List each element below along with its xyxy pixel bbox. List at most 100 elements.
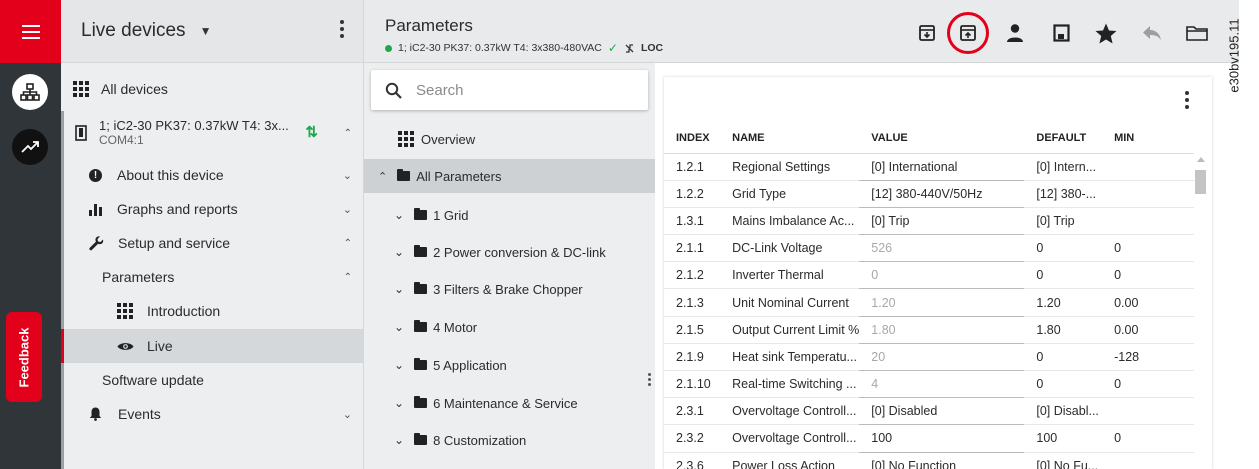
bar-chart-icon (89, 204, 102, 216)
value-cell[interactable]: 20 (859, 343, 1025, 372)
search-box[interactable] (371, 70, 648, 110)
column-header[interactable]: NAME (720, 124, 860, 154)
nav-item-introduction[interactable]: Introduction (61, 296, 364, 326)
nav-title: Live devices (81, 20, 186, 41)
trends-button[interactable] (12, 129, 48, 165)
page-title: Parameters (385, 16, 473, 35)
search-input[interactable] (416, 81, 616, 99)
column-header[interactable]: INDEX (664, 124, 721, 154)
value-cell[interactable]: [0] Disabled (859, 397, 1025, 426)
tree-group[interactable]: ⌄ 4 Motor (364, 312, 655, 342)
tree-group[interactable]: ⌄ 2 Power conversion & DC-link (364, 237, 655, 267)
save-icon (1052, 24, 1070, 42)
table-row[interactable]: 1.2.1 Regional Settings [0] International[… (664, 153, 1194, 181)
scrollbar-thumb[interactable] (1195, 170, 1206, 194)
folder-icon (414, 396, 428, 408)
min-cell: 0 (1102, 424, 1194, 453)
chevron-down-icon[interactable]: ⌄ (394, 282, 404, 296)
search-icon (385, 82, 402, 99)
value-cell[interactable]: 1.80 (859, 316, 1025, 344)
nav-header: Live devices ▼ (61, 0, 363, 63)
table-header-row: INDEX NAME VALUE DEFAULT MIN (664, 124, 1194, 154)
value-cell[interactable]: 0 (859, 261, 1025, 290)
table-row[interactable]: 2.1.1 DC-Link Voltage 526 0 0 (664, 234, 1194, 263)
chevron-down-icon[interactable]: ⌄ (394, 433, 404, 447)
value-cell[interactable]: 4 (859, 370, 1025, 399)
value-cell[interactable]: 1.20 (859, 288, 1025, 317)
table-row[interactable]: 2.1.5 Output Current Limit % 1.80 1.80 0.00 (664, 316, 1194, 344)
chevron-up-icon: ⌃ (343, 237, 352, 249)
default-cell: [0] Disabl... (1024, 397, 1103, 426)
tree-item-label: Overview (421, 131, 476, 147)
value-cell[interactable]: 526 (859, 234, 1025, 263)
nav-item-graphs[interactable]: Graphs and reports ⌄ (61, 194, 364, 224)
column-header[interactable]: DEFAULT (1024, 124, 1103, 154)
table-row[interactable]: 1.2.2 Grid Type [12] 380-440V/50Hz [12] 380… (664, 180, 1194, 208)
nav-item-label: Introduction (147, 303, 221, 319)
menu-button[interactable] (0, 0, 61, 63)
nav-item-live[interactable]: Live (61, 329, 364, 363)
caret-down-icon[interactable]: ▼ (200, 24, 212, 38)
more-vertical-icon[interactable] (1184, 91, 1190, 112)
value-cell[interactable]: [0] Trip (859, 207, 1025, 236)
device-item[interactable]: 1; iC2-30 PK37: 0.37kW T4: 3x... COM4:1 … (61, 113, 364, 153)
tree-group[interactable]: ⌄ 6 Maintenance & Service (364, 388, 655, 418)
export-button[interactable] (957, 22, 979, 44)
hamburger-icon (21, 24, 40, 39)
feedback-tab[interactable]: Feedback (6, 312, 42, 402)
chevron-down-icon[interactable]: ⌄ (394, 245, 404, 259)
more-vertical-icon[interactable] (339, 20, 345, 41)
import-button[interactable] (916, 22, 938, 44)
table-row[interactable]: 2.3.2 Overvoltage Controll... 100 100 0 (664, 424, 1194, 453)
tree-item-label: 1 Grid (433, 207, 469, 223)
table-row[interactable]: 2.1.3 Unit Nominal Current 1.20 1.20 0.00 (664, 288, 1194, 317)
tree-group[interactable]: ⌄ 5 Application (364, 350, 655, 380)
chevron-down-icon[interactable]: ⌄ (394, 396, 404, 410)
nav-item-events[interactable]: Events ⌄ (61, 399, 364, 429)
chevron-down-icon[interactable]: ⌄ (394, 208, 404, 222)
chevron-up-icon[interactable]: ⌃ (344, 128, 352, 139)
value-cell[interactable]: [0] No Function (859, 452, 1025, 469)
back-button[interactable] (1141, 22, 1163, 44)
index-cell: 2.1.5 (664, 316, 721, 344)
chevron-down-icon[interactable]: ⌄ (394, 320, 404, 334)
tree-item-overview[interactable]: Overview (364, 123, 655, 155)
nav-item-about[interactable]: ! About this device ⌄ (61, 160, 364, 190)
column-header[interactable]: MIN (1102, 124, 1194, 154)
table-row[interactable]: 2.1.9 Heat sink Temperatu... 20 0 -128 (664, 343, 1194, 372)
default-cell: 0 (1024, 234, 1103, 263)
open-folder-button[interactable] (1186, 22, 1208, 44)
table-row[interactable]: 2.1.10 Real-time Switching ... 4 0 0 (664, 370, 1194, 399)
value-cell[interactable]: 100 (859, 424, 1025, 453)
online-dot-icon (385, 44, 392, 52)
tree-item-all-parameters[interactable]: ⌃ All Parameters (364, 159, 655, 193)
network-button[interactable] (12, 74, 48, 110)
value-cell[interactable]: [12] 380-440V/50Hz (859, 180, 1025, 208)
nav-item-label: Software update (102, 372, 204, 388)
table-row[interactable]: 2.3.1 Overvoltage Controll... [0] Disabled… (664, 397, 1194, 426)
column-resize-handle[interactable] (648, 373, 652, 388)
table-row[interactable]: 1.3.1 Mains Imbalance Ac... [0] Trip [0] Tr… (664, 207, 1194, 236)
save-button[interactable] (1050, 22, 1072, 44)
main-header: Parameters 1; iC2-30 PK37: 0.37kW T4: 3x… (364, 0, 1239, 63)
nav-item-parameters[interactable]: Parameters ⌃ (61, 262, 364, 292)
tree-item-label: 3 Filters & Brake Chopper (433, 281, 583, 297)
nav-item-label: Live (147, 338, 173, 354)
favorite-button[interactable] (1095, 22, 1117, 44)
chevron-down-icon[interactable]: ⌄ (394, 358, 404, 372)
table-row[interactable]: 2.1.2 Inverter Thermal 0 0 0 (664, 261, 1194, 290)
tree-group[interactable]: ⌄ 8 Customization (364, 425, 655, 455)
nav-item-software-update[interactable]: Software update (61, 365, 364, 395)
nav-item-setup[interactable]: Setup and service ⌃ (61, 228, 364, 258)
tree-group[interactable]: ⌄ 1 Grid (364, 200, 655, 230)
nav-item-all-devices[interactable]: All devices (61, 74, 364, 104)
min-cell (1102, 207, 1194, 236)
value-cell[interactable]: [0] International (859, 153, 1025, 181)
table-row[interactable]: 2.3.6 Power Loss Action [0] No Function [0]… (664, 452, 1194, 469)
user-button[interactable] (1004, 22, 1026, 44)
column-header[interactable]: VALUE (859, 124, 1025, 154)
scroll-up-arrow[interactable] (1197, 157, 1205, 162)
chevron-up-icon[interactable]: ⌃ (378, 170, 387, 183)
name-cell: Heat sink Temperatu... (720, 343, 860, 372)
tree-group[interactable]: ⌄ 3 Filters & Brake Chopper (364, 274, 655, 304)
